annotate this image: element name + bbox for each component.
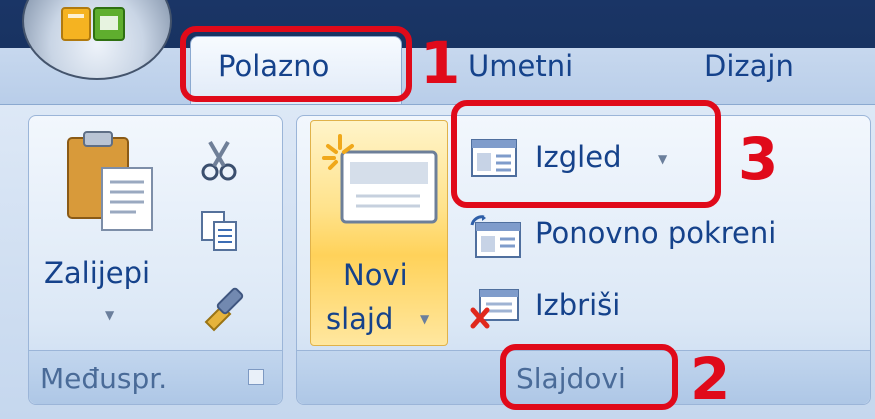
paste-icon: [67, 131, 153, 231]
new-slide-dropdown-arrow[interactable]: ▼: [420, 312, 429, 326]
annotation-number-3: 3: [738, 125, 779, 193]
reset-label: Ponovno pokreni: [535, 216, 777, 250]
annotation-box-group: [500, 344, 678, 410]
annotation-box-tab: [180, 26, 412, 102]
annotation-number-1: 1: [420, 29, 461, 97]
new-slide-label-line1: Novi: [343, 258, 408, 292]
annotation-number-2: 2: [690, 345, 731, 413]
dialog-launcher-icon[interactable]: [248, 369, 264, 385]
clipboard-group-label: Međuspr.: [40, 362, 168, 395]
delete-slide-icon: [470, 289, 519, 329]
new-slide-icon: [322, 134, 438, 224]
delete-label: Izbriši: [535, 288, 621, 322]
format-painter-icon[interactable]: [200, 282, 250, 332]
copy-icon[interactable]: [198, 208, 242, 252]
reset-icon: [470, 215, 521, 258]
office-button-icon: [61, 7, 125, 41]
tab-dizajn[interactable]: Dizajn: [704, 49, 794, 83]
paste-label: Zalijepi: [44, 256, 151, 290]
new-slide-label-line2: slajd: [326, 302, 394, 336]
tab-umetni[interactable]: Umetni: [468, 49, 573, 83]
paste-dropdown-arrow[interactable]: ▼: [105, 308, 114, 322]
annotation-box-layout: [451, 100, 721, 208]
cut-icon[interactable]: [198, 138, 242, 182]
